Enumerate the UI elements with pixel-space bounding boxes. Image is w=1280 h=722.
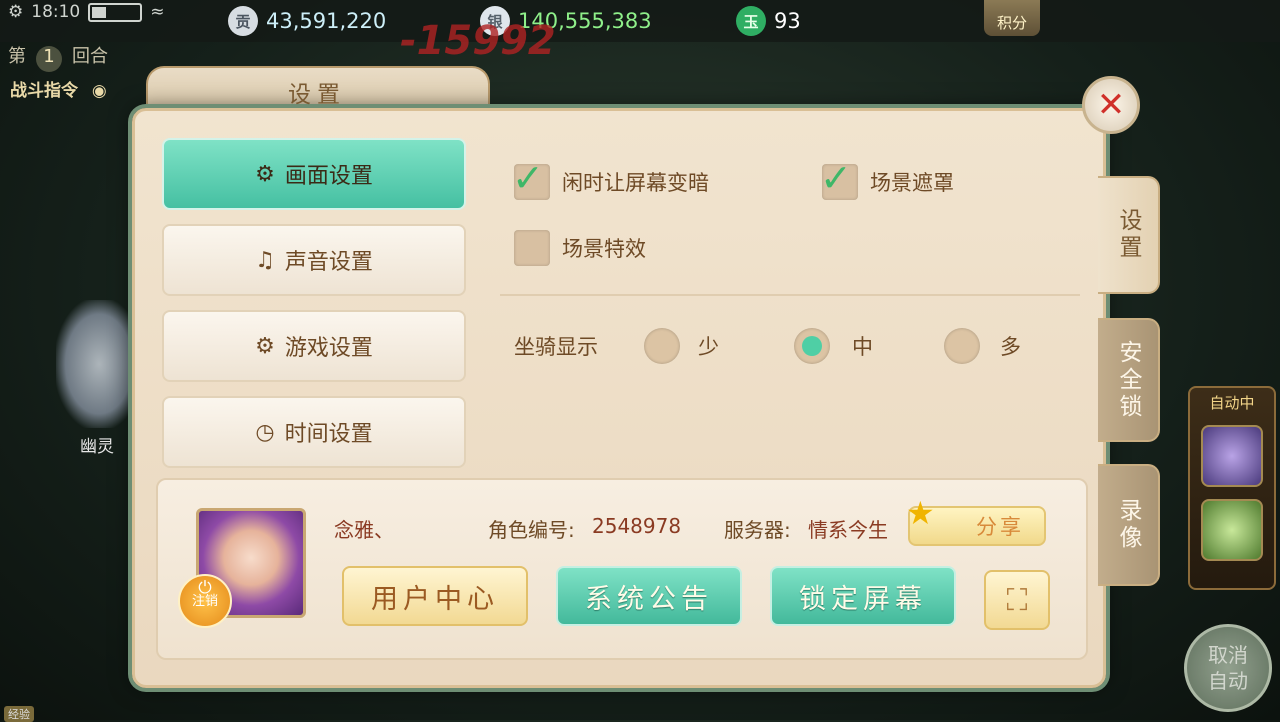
logout-button[interactable]: ⏻ 注销 [178,574,232,628]
radio-medium[interactable] [794,328,830,364]
radio-few-label: 少 [698,335,719,359]
scene-effects-checkbox[interactable] [514,230,550,266]
role-id-label: 角色编号: [488,518,575,542]
menu-label: 声音设置 [284,250,373,275]
ghost-name: 幽灵 [80,437,114,457]
music-note-icon: ♫ [255,247,275,273]
option-scene-mask[interactable]: ✓ 场景遮罩 [820,156,954,200]
contribution-resource: 贡 43,591,220 [228,6,386,36]
option-label: 场景特效 [562,237,646,261]
skill-slot-1[interactable] [1201,425,1263,487]
jade-resource[interactable]: 玉 93 [736,6,801,36]
cancel-auto-button[interactable]: 取消自动 [1184,624,1272,712]
battle-command-label: 战斗指令 [10,81,78,101]
close-icon: ✕ [1096,85,1126,125]
option-scene-effects[interactable]: 场景特效 [514,230,646,266]
mount-display-row: 坐骑显示 少 中 多 [514,328,1021,364]
round-number: 1 [36,46,62,72]
role-id-value: 2548978 [592,514,682,538]
lock-screen-button[interactable]: 锁定屏幕 [770,566,956,626]
jade-value: 93 [774,9,801,33]
menu-label: 游戏设置 [284,336,373,361]
menu-time-settings[interactable]: ◷ 时间设置 [162,396,466,468]
damage-number: -15992 [400,18,556,64]
radio-few[interactable] [644,328,680,364]
radio-medium-label: 中 [852,335,873,359]
settings-menu: ⚙ 画面设置 ♫ 声音设置 ⚙ 游戏设置 ◷ 时间设置 [152,126,478,470]
close-button[interactable]: ✕ [1082,76,1140,134]
tab-recording[interactable]: 录像 [1098,464,1160,586]
menu-label: 画面设置 [284,164,373,189]
clock: 18:10 [31,2,81,22]
status-bar: ⚙ 18:10 ≈ [8,2,165,22]
clock-icon: ◷ [255,419,275,445]
eye-icon: ◉ [91,81,107,101]
player-name: 念雅、 [334,518,394,542]
round-prefix: 第 [8,46,26,67]
system-announcement-button[interactable]: 系统公告 [556,566,742,626]
dim-screen-checkbox[interactable]: ✓ [512,156,550,200]
power-icon: ⏻ [198,578,212,598]
battle-command-button[interactable]: 战斗指令 ◉ [10,76,107,101]
ghost-unit[interactable] [56,300,142,428]
menu-display-settings[interactable]: ⚙ 画面设置 [162,138,466,210]
dialog-title: 设置 [288,82,346,108]
menu-label: 时间设置 [284,422,373,447]
option-dim-screen[interactable]: ✓ 闲时让屏幕变暗 [512,156,709,200]
settings-gear-icon: ⚙ [8,2,24,22]
top-resource-bar: ⚙ 18:10 ≈ 贡 43,591,220 银 140,555,383 玉 9… [0,0,1280,42]
star-icon: ★ [906,494,935,532]
logout-label: 注销 [191,594,218,609]
radio-many[interactable] [944,328,980,364]
menu-sound-settings[interactable]: ♫ 声音设置 [162,224,466,296]
contribution-value: 43,591,220 [266,9,387,33]
skill-slot-2[interactable] [1201,499,1263,561]
tab-security-lock[interactable]: 安全锁 [1098,318,1160,442]
option-label: 场景遮罩 [870,171,954,195]
scan-icon: ⛶ [1006,582,1028,618]
auto-status: 自动中 [1209,394,1255,412]
scan-button[interactable]: ⛶ [984,570,1050,630]
jade-gem-icon: 玉 [736,6,766,36]
server-value: 情系今生 [808,518,888,542]
option-label: 闲时让屏幕变暗 [562,171,709,195]
tab-settings[interactable]: 设置 [1098,176,1160,294]
checkmark-icon: ✓ [820,156,852,200]
gears-icon: ⚙ [255,333,275,359]
round-indicator: 第 1 回合 [8,42,108,72]
auto-battle-panel: 自动中 [1188,386,1276,590]
scene-mask-checkbox[interactable]: ✓ [820,156,858,200]
user-center-button[interactable]: 用户中心 [342,566,528,626]
score-button[interactable]: 积分 [984,0,1040,36]
checkmark-icon: ✓ [512,156,544,200]
radio-many-label: 多 [1000,335,1021,359]
gear-icon: ⚙ [255,161,275,187]
contribution-coin-icon: 贡 [228,6,258,36]
divider [500,294,1080,296]
mount-display-label: 坐骑显示 [514,335,598,359]
server-label: 服务器: [724,518,791,542]
round-suffix: 回合 [72,46,108,67]
menu-game-settings[interactable]: ⚙ 游戏设置 [162,310,466,382]
battery-icon [88,2,143,22]
wifi-icon: ≈ [150,2,165,22]
